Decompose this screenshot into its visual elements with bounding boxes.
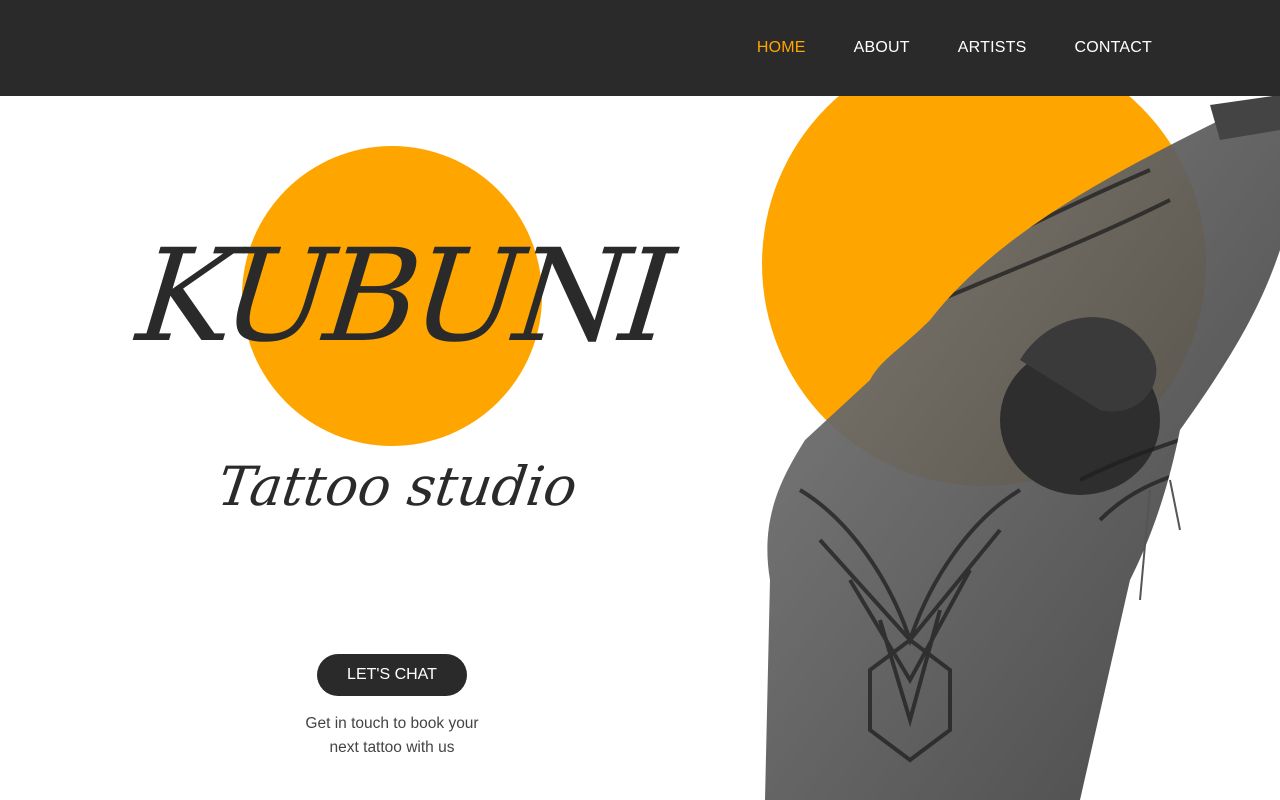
nav-item-home[interactable]: HOME bbox=[757, 39, 806, 57]
brand-name: KUBUNI bbox=[129, 222, 682, 371]
top-navigation-bar: HOME ABOUT ARTISTS CONTACT bbox=[0, 0, 1280, 96]
brand-tagline: Tattoo studio bbox=[214, 455, 581, 518]
cta-subtext-line-2: next tattoo with us bbox=[329, 739, 455, 756]
nav-item-about[interactable]: ABOUT bbox=[854, 39, 910, 57]
cta-subtext-line-1: Get in touch to book your bbox=[305, 715, 479, 732]
lets-chat-button[interactable]: LET'S CHAT bbox=[317, 654, 467, 696]
hero-image bbox=[762, 60, 1280, 800]
main-nav: HOME ABOUT ARTISTS CONTACT bbox=[757, 0, 1152, 96]
cta-subtext: Get in touch to book your next tattoo wi… bbox=[272, 712, 512, 760]
nav-item-contact[interactable]: CONTACT bbox=[1074, 39, 1152, 57]
nav-item-artists[interactable]: ARTISTS bbox=[958, 39, 1027, 57]
